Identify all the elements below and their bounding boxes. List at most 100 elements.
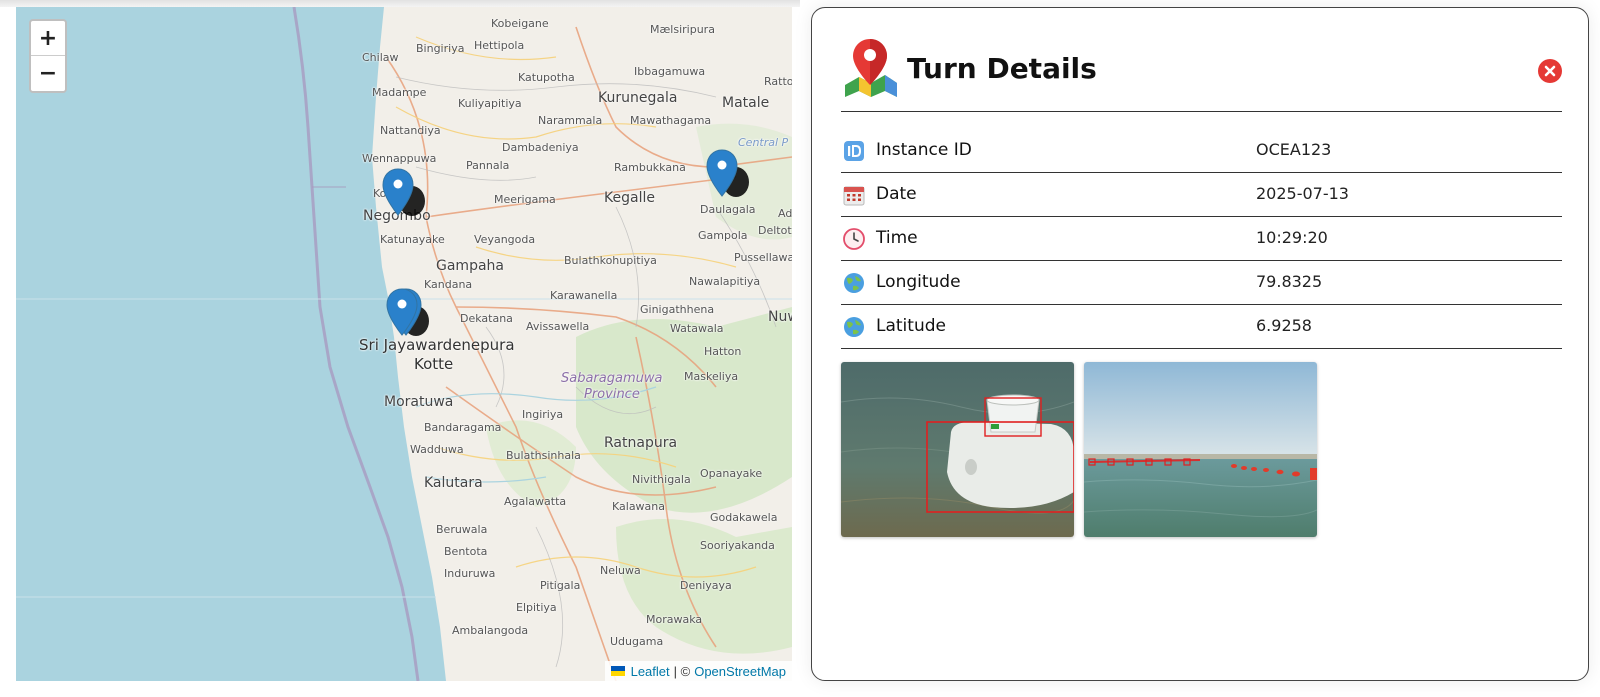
- place-label: Watawala: [670, 322, 724, 335]
- place-label: Kotte: [414, 355, 454, 373]
- details-table: Instance ID OCEA123 Date 2025-07-13 Time…: [841, 129, 1562, 349]
- place-label: Karawanella: [550, 289, 618, 302]
- place-label: Veyangoda: [474, 233, 536, 246]
- place-label: Matale: [722, 95, 770, 111]
- place-label: Godakawela: [710, 511, 778, 524]
- place-label: Katupotha: [518, 71, 575, 84]
- place-label: Meerigama: [494, 193, 556, 206]
- close-button[interactable]: [1538, 59, 1562, 83]
- place-label: Maskeliya: [684, 370, 739, 383]
- place-label: Mawathagama: [630, 114, 712, 127]
- place-label: Udugama: [610, 635, 664, 648]
- place-label: Elpitiya: [516, 601, 557, 614]
- place-label: Induruwa: [444, 567, 496, 580]
- place-label: Deniyaya: [680, 579, 732, 592]
- zoom-control: + −: [29, 19, 67, 93]
- id-icon: [844, 141, 864, 161]
- ukraine-flag-icon: [610, 666, 625, 676]
- place-label: Mælsiripura: [650, 23, 715, 36]
- place-label: Neluwa: [600, 564, 641, 577]
- map-attribution: Leaflet | © OpenStreetMap: [604, 661, 792, 681]
- detection-images: [841, 362, 1317, 537]
- place-label: Ingiriya: [522, 408, 564, 421]
- place-label: Dambadeniya: [502, 141, 579, 154]
- place-label: Hatton: [704, 345, 742, 358]
- place-label: Nuw: [768, 309, 792, 325]
- globe-icon: [844, 273, 864, 293]
- detection-photo-bottle[interactable]: [841, 362, 1074, 537]
- detail-row-longitude: Longitude 79.8325: [841, 261, 1562, 305]
- place-label: Chilaw: [362, 51, 399, 64]
- place-label: Nivithigala: [632, 473, 691, 486]
- place-label: Moratuwa: [384, 394, 454, 410]
- place-label: Beruwala: [436, 523, 488, 536]
- detail-row-latitude: Latitude 6.9258: [841, 305, 1562, 349]
- place-label: Pussellawa: [734, 251, 792, 264]
- place-label: Pannala: [466, 159, 510, 172]
- place-label: Kalutara: [424, 475, 483, 491]
- close-icon: [1539, 60, 1561, 82]
- clock-icon: [843, 228, 865, 250]
- calendar-icon: [843, 186, 865, 206]
- place-label: Agalawatta: [504, 495, 567, 508]
- globe-icon: [844, 317, 864, 337]
- detail-row-time: Time 10:29:20: [841, 217, 1562, 261]
- place-label: Narammala: [538, 114, 603, 127]
- place-label: Madampe: [372, 86, 427, 99]
- zoom-in-button[interactable]: +: [31, 21, 65, 56]
- place-label: Province: [584, 387, 640, 402]
- leaflet-link[interactable]: Leaflet: [631, 664, 670, 679]
- detail-value: 6.9258: [1256, 316, 1312, 335]
- detail-label: Date: [876, 184, 917, 204]
- map[interactable]: Kobeigane Mælsiripura Chilaw Bingiriya H…: [16, 7, 792, 681]
- page: Kobeigane Mælsiripura Chilaw Bingiriya H…: [0, 0, 1600, 697]
- detail-row-instance-id: Instance ID OCEA123: [841, 129, 1562, 173]
- place-label: Nattandiya: [380, 124, 441, 137]
- place-label: Hettipola: [474, 39, 525, 52]
- place-label: Wennappuwa: [362, 152, 437, 165]
- place-label: Ad: [778, 207, 792, 220]
- place-label: Ibbagamuwa: [634, 65, 706, 78]
- place-label: Bentota: [444, 545, 488, 558]
- turn-details-panel: Turn Details Instance ID OCEA123 Date 20…: [811, 7, 1589, 681]
- place-label: Rattota: [764, 75, 792, 88]
- detail-value: 2025-07-13: [1256, 184, 1349, 203]
- top-shade: [0, 0, 800, 7]
- place-label: Dekatana: [460, 312, 513, 325]
- place-label: Ratnapura: [604, 435, 678, 451]
- detail-value: 79.8325: [1256, 272, 1323, 291]
- place-label: Wadduwa: [410, 443, 464, 456]
- place-label: Kegalle: [604, 190, 655, 206]
- place-label: Deltot: [758, 224, 792, 237]
- map-marker-icon[interactable]: [382, 167, 434, 219]
- detail-label: Longitude: [876, 272, 961, 292]
- place-label: Avissawella: [526, 320, 590, 333]
- detection-photo-buoys[interactable]: [1084, 362, 1317, 537]
- openstreetmap-link[interactable]: OpenStreetMap: [694, 664, 786, 679]
- place-label: Sooriyakanda: [700, 539, 775, 552]
- place-label: Kobeigane: [491, 17, 549, 30]
- panel-title: Turn Details: [907, 52, 1097, 85]
- map-marker-icon[interactable]: [706, 148, 758, 200]
- detail-value: 10:29:20: [1256, 228, 1328, 247]
- place-label: Pitigala: [540, 579, 581, 592]
- place-label: Nawalapitiya: [689, 275, 761, 288]
- zoom-out-button[interactable]: −: [31, 56, 65, 91]
- map-location-icon: [845, 39, 897, 97]
- detail-label: Instance ID: [876, 140, 972, 160]
- detail-row-date: Date 2025-07-13: [841, 173, 1562, 217]
- place-label: Bandaragama: [424, 421, 502, 434]
- place-label: Gampaha: [436, 258, 504, 274]
- detail-value: OCEA123: [1256, 140, 1332, 159]
- place-label: Daulagala: [700, 203, 756, 216]
- place-label: Kurunegala: [598, 90, 678, 106]
- place-label: Morawaka: [646, 613, 703, 626]
- map-marker-icon[interactable]: [386, 287, 438, 339]
- place-label: Bulathsinhala: [506, 449, 581, 462]
- place-label: Bulathkohupitiya: [564, 254, 657, 267]
- attribution-separator: | ©: [673, 663, 691, 679]
- place-label: Kuliyapitiya: [458, 97, 522, 110]
- place-label: Rambukkana: [614, 161, 686, 174]
- detail-label: Latitude: [876, 316, 946, 336]
- detail-label: Time: [876, 228, 918, 248]
